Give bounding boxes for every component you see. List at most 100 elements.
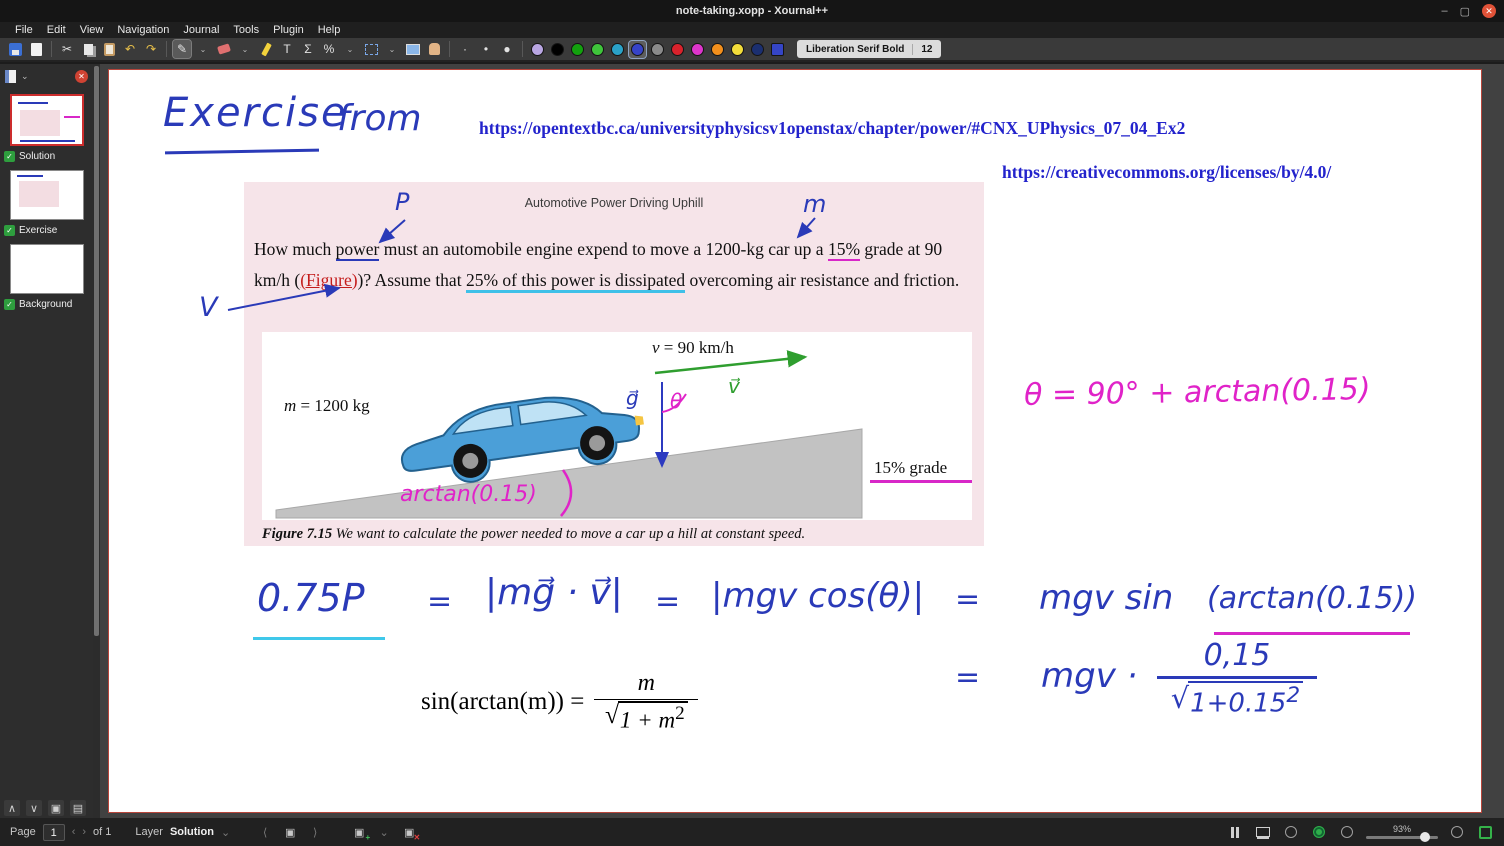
font-button[interactable]: Liberation Serif Bold 12 (797, 40, 941, 58)
color-swatch-red[interactable] (669, 41, 686, 58)
zoom-slider-handle[interactable] (1420, 832, 1430, 842)
chevron-down-icon: ⌄ (200, 45, 207, 54)
thumbnail-content (20, 110, 60, 136)
zoom-out-button[interactable] (1338, 823, 1356, 841)
page-number-input[interactable]: 1 (43, 824, 65, 841)
delete-layer-button[interactable]: ▣✕ (400, 823, 418, 841)
page-next-button[interactable]: › (82, 826, 86, 838)
menu-view[interactable]: View (73, 24, 111, 36)
select-dropdown[interactable]: ⌄ (383, 40, 401, 58)
prev-annotated-page-button[interactable]: ⟨ (256, 823, 274, 841)
eraser-tool-button[interactable] (215, 40, 233, 58)
layer-visibility-checkbox[interactable]: ✓ (4, 225, 15, 236)
menu-journal[interactable]: Journal (176, 24, 226, 36)
color-icon (651, 43, 664, 56)
text-tool-button[interactable]: T (278, 40, 296, 58)
dual-page-view-button[interactable] (1226, 823, 1244, 841)
hand-icon (429, 43, 440, 55)
new-page-button[interactable] (27, 40, 45, 58)
color-swatch-light-green[interactable] (589, 41, 606, 58)
sidebar-close-button[interactable]: ✕ (75, 70, 88, 83)
cut-button[interactable]: ✂ (58, 40, 76, 58)
paste-button[interactable] (100, 40, 118, 58)
car-slope-illustration (262, 332, 972, 520)
color-swatch-navy[interactable] (749, 41, 766, 58)
move-layer-down-button[interactable]: ∨ (26, 800, 42, 816)
color-swatch-magenta[interactable] (689, 41, 706, 58)
pen-dropdown[interactable]: ⌄ (194, 40, 212, 58)
preview-pane-icon[interactable] (5, 70, 16, 83)
highlighter-tool-button[interactable] (257, 40, 275, 58)
shape-recognizer-button[interactable]: % (320, 40, 338, 58)
layer-preview-exercise[interactable] (10, 170, 84, 220)
maximize-button[interactable]: ▢ (1460, 5, 1470, 18)
menu-tools[interactable]: Tools (226, 24, 266, 36)
page-preview-button[interactable]: ▣ (281, 823, 299, 841)
vertical-scrollbar[interactable] (93, 64, 100, 818)
menu-edit[interactable]: Edit (40, 24, 73, 36)
shape-dropdown[interactable]: ⌄ (341, 40, 359, 58)
scrollbar-handle[interactable] (94, 66, 99, 636)
fullscreen-button[interactable] (1476, 823, 1494, 841)
thickness-medium-button[interactable]: • (477, 40, 495, 58)
hand-tool-button[interactable] (425, 40, 443, 58)
layer-visibility-checkbox[interactable]: ✓ (4, 299, 15, 310)
layer-preview-background[interactable] (10, 244, 84, 294)
pen-tool-button[interactable]: ✎ (173, 40, 191, 58)
add-layer-button[interactable]: ▣+ (350, 823, 368, 841)
color-picker-button[interactable] (769, 41, 786, 58)
layer-action-caret[interactable]: ⌄ (375, 823, 393, 841)
redo-button[interactable]: ↷ (142, 40, 160, 58)
duplicate-layer-button[interactable]: ▣ (48, 800, 64, 816)
canvas-area: Exercise from https://opentextbc.ca/univ… (93, 64, 1504, 818)
next-annotated-page-button[interactable]: ⟩ (306, 823, 324, 841)
touch-drawing-button[interactable] (1310, 823, 1328, 841)
toolbar-separator (51, 41, 52, 57)
menu-help[interactable]: Help (311, 24, 348, 36)
circle-icon (1451, 826, 1463, 838)
color-swatch-lavender[interactable] (529, 41, 546, 58)
insert-image-button[interactable] (404, 40, 422, 58)
thickness-fine-button[interactable]: · (456, 40, 474, 58)
page-prev-button[interactable]: ‹ (72, 826, 76, 838)
color-swatch-cyan[interactable] (609, 41, 626, 58)
green-circle-icon (1313, 826, 1325, 838)
layer-preview-solution[interactable] (10, 94, 84, 146)
radicand: 1+0.152 (1188, 681, 1303, 719)
minimize-button[interactable]: – (1441, 5, 1447, 17)
save-button[interactable] (6, 40, 24, 58)
thumbnail-content (64, 116, 80, 118)
thickness-thick-button[interactable]: ● (498, 40, 516, 58)
zoom-in-button[interactable] (1448, 823, 1466, 841)
layer-dropdown-caret[interactable]: ⌄ (221, 826, 230, 839)
document-page[interactable]: Exercise from https://opentextbc.ca/univ… (108, 69, 1482, 813)
zoom-slider[interactable] (1366, 836, 1438, 839)
color-swatch-black[interactable] (549, 41, 566, 58)
select-rect-button[interactable] (362, 40, 380, 58)
color-swatch-orange[interactable] (709, 41, 726, 58)
color-icon (611, 43, 624, 56)
math-tex-button[interactable]: Σ (299, 40, 317, 58)
layer-visibility-checkbox[interactable]: ✓ (4, 151, 15, 162)
thumbnail-content (20, 140, 75, 142)
merge-layer-button[interactable]: ▤ (70, 800, 86, 816)
menu-file[interactable]: File (8, 24, 40, 36)
pen-mode-button[interactable] (1282, 823, 1300, 841)
copy-icon (84, 44, 93, 55)
color-swatch-blue-selected[interactable] (629, 41, 646, 58)
close-button[interactable]: ✕ (1482, 4, 1496, 18)
color-swatch-gray[interactable] (649, 41, 666, 58)
undo-button[interactable]: ↶ (121, 40, 139, 58)
presentation-mode-button[interactable] (1254, 823, 1272, 841)
move-layer-up-button[interactable]: ∧ (4, 800, 20, 816)
figure-7-15: v = 90 km/h m = 1200 kg 15% grade g⃗ θ v… (262, 332, 972, 520)
copy-button[interactable] (79, 40, 97, 58)
color-swatch-green[interactable] (569, 41, 586, 58)
color-swatch-yellow[interactable] (729, 41, 746, 58)
menu-plugin[interactable]: Plugin (266, 24, 311, 36)
identity-fraction: m √1 + m2 (594, 670, 698, 734)
eraser-dropdown[interactable]: ⌄ (236, 40, 254, 58)
chevron-down-icon[interactable]: ⌄ (21, 71, 29, 82)
layer-select[interactable]: Solution (170, 826, 214, 838)
menu-navigation[interactable]: Navigation (110, 24, 176, 36)
